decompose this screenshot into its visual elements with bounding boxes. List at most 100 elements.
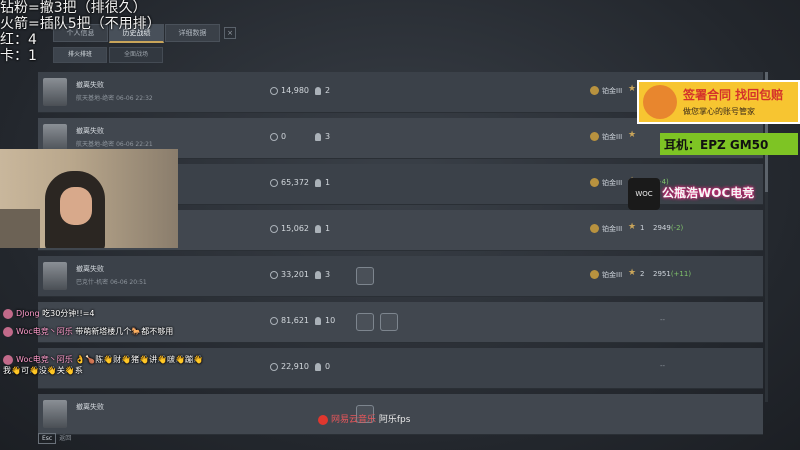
avatar [43,124,67,152]
value-icon [270,363,278,371]
avatar [3,326,13,337]
rank-rating: 2949(-2) [653,224,683,232]
star-icon: ★ [628,222,637,232]
match-rank: 铂金III [602,271,623,279]
skull-icon [315,133,321,141]
avatar [3,354,13,365]
medal-icon[interactable] [356,267,374,285]
sponsor-title: 签署合同 找回包赔 [683,88,784,102]
rank-icon [590,86,599,95]
match-rank: 铂金III [602,179,623,187]
medal-icon[interactable] [356,313,374,331]
skull-icon [315,225,321,233]
sponsor-banner: 签署合同 找回包赔 做您掌心的账号管家 [637,80,800,124]
value-icon [270,179,278,187]
match-result: 撤离失败 [76,81,104,89]
esc-hint[interactable]: Esc 返回 [38,433,71,444]
match-result: 撤离失败 [76,265,104,273]
match-value: 14,980 [281,86,309,95]
music-widget: 网易云音乐 阿乐fps [318,412,410,425]
music-name: 阿乐fps [378,415,411,425]
match-map-time: 航天基地-绝密 06-06 22:32 [76,95,153,102]
match-value: 0 [281,132,287,141]
star-icon: ★ [628,268,637,278]
streamer-face [60,187,92,225]
star-count: 1 [640,224,645,232]
rank-icon [590,132,599,141]
chat-user: Woc电竞丶阿乐 [16,355,73,364]
match-kills: 3 [325,132,331,141]
avatar [43,78,67,106]
star-icon: ★ [628,84,637,94]
rank-empty: -- [660,362,666,370]
match-map-time: 巴克什-机密 06-06 20:51 [76,279,147,286]
rank-icon [590,224,599,233]
sponsor-subtitle: 做您掌心的账号管家 [683,107,755,116]
match-rank: 铂金III [602,133,623,141]
value-icon [270,225,278,233]
chat-text: 带萌新塔楼几个🐎都不够用 [75,327,174,336]
rank-rating: 2951(+11) [653,270,691,278]
match-kills: 3 [325,270,331,279]
match-kills: 1 [325,178,331,187]
stream-notes: 钻粉=撤3把（排很久） 火箭=插队5把（不用排） 红：4 卡：1 [0,0,161,64]
tab-detailed-data[interactable]: 详细数据 [165,24,220,42]
esc-key: Esc [38,433,57,444]
skull-icon [315,271,321,279]
mascot-icon [643,85,677,119]
rating-delta: (+11) [670,270,692,278]
netease-music-icon [318,414,328,425]
chat-user: Woc电竞丶阿乐 [16,327,73,336]
match-result: 撤离失败 [76,403,104,411]
match-rank: 铂金III [602,225,623,233]
woc-logo-icon: WOC [628,178,660,210]
note-line: 红：4 [0,32,37,48]
headset-banner: 耳机：EPZ GM50 [660,133,798,155]
match-value: 33,201 [281,270,309,279]
chat-message: Woc电竞丶阿乐 👌🍗陈👋财👋猪👋讲👋啵👋蹦👋我👋可👋没👋关👋系 [3,354,203,376]
note-line: 火箭=插队5把（不用排） [0,16,161,32]
match-kills: 0 [325,362,331,371]
note-line: 卡：1 [0,48,37,64]
match-value: 15,062 [281,224,309,233]
value-icon [270,317,278,325]
chat-user: DJong [16,309,40,318]
star-count: 2 [640,270,645,278]
rating-delta: (-2) [670,224,684,232]
rank-icon [590,178,599,187]
skull-icon [315,363,321,371]
match-value: 65,372 [281,178,309,187]
skull-icon [315,317,321,325]
avatar [3,308,13,319]
music-source: 网易云音乐 [331,415,377,425]
match-value: 22,910 [281,362,309,371]
match-kills: 1 [325,224,331,233]
rating-value: 2949 [653,224,671,232]
woc-text: 公瓶浩WOC电竞 [662,186,755,200]
chat-message: Woc电竞丶阿乐 带萌新塔楼几个🐎都不够用 [3,326,173,337]
match-map-time: 航天基地-绝密 06-06 22:21 [76,141,153,148]
medal-icon[interactable] [380,313,398,331]
close-icon[interactable]: × [224,27,236,39]
match-kills: 10 [325,316,336,325]
skull-icon [315,87,321,95]
note-line: 钻粉=撤3把（排很久） [0,0,147,16]
avatar [43,262,67,290]
rank-icon [590,270,599,279]
rank-empty: -- [660,316,666,324]
webcam-background-shelf [0,209,40,248]
match-row[interactable]: 撤离失败巴克什-机密 06-06 20:51 33,201 3 铂金III ★ 2 2951… [38,256,763,297]
chat-text: 吃30分钟!!=4 [42,309,95,318]
skull-icon [315,179,321,187]
value-icon [270,133,278,141]
webcam-overlay [0,149,178,248]
value-icon [270,87,278,95]
match-value: 81,621 [281,316,309,325]
esc-label: 返回 [59,435,72,442]
match-result: 撤离失败 [76,127,104,135]
headset-label: 耳机：EPZ GM50 [664,138,769,152]
avatar [43,400,67,428]
chat-message: DJong 吃30分钟!!=4 [3,308,95,319]
rating-value: 2951 [653,270,671,278]
match-kills: 2 [325,86,331,95]
